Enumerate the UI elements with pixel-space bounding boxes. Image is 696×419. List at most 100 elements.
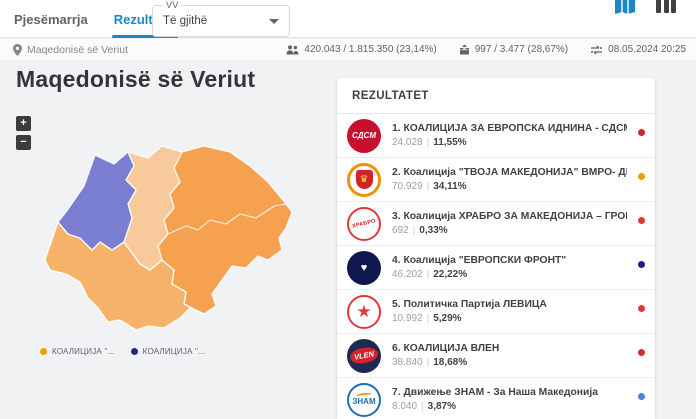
page-title: Maqedonisë së Veriut bbox=[16, 66, 255, 93]
votes-percent: 0,33% bbox=[419, 225, 447, 236]
country-map[interactable] bbox=[36, 142, 298, 340]
separator: | bbox=[421, 401, 424, 412]
map-zoom-controls: + − bbox=[16, 116, 31, 150]
party-name: 3. Коалиција ХРАБРО ЗА МАКЕДОНИЈА – ГРОМ bbox=[392, 211, 627, 222]
topbar: Pjesëmarrja Rezultatet VV Të gjithë bbox=[0, 0, 696, 38]
legend-item[interactable]: КОАЛИЦИЈА "... bbox=[131, 347, 206, 356]
separator: | bbox=[427, 137, 430, 148]
party-results: 10.992|5,29% bbox=[392, 313, 627, 324]
zoom-in-button[interactable]: + bbox=[16, 116, 31, 131]
legend-label: КОАЛИЦИЈА "... bbox=[52, 347, 115, 356]
filter-dropdown[interactable]: VV Të gjithë bbox=[152, 5, 290, 37]
subbar: Maqedonisë së Veriut 420.043 / 1.815.350… bbox=[0, 39, 696, 60]
legend-label: КОАЛИЦИЈА "... bbox=[143, 347, 206, 356]
efront-party-logo: ♥ bbox=[347, 251, 381, 285]
map-icon[interactable] bbox=[614, 0, 636, 16]
party-results: 692 |0,33% bbox=[392, 225, 627, 236]
separator: | bbox=[427, 357, 430, 368]
result-texts: 5. Политичка Партија ЛЕВИЦА 10.992|5,29% bbox=[392, 299, 627, 324]
logo-text: VLEN bbox=[349, 346, 379, 366]
bar-columns-icon[interactable] bbox=[656, 0, 676, 13]
polling-stations-stat-value: 997 / 3.477 (28,67%) bbox=[475, 44, 568, 55]
result-row[interactable]: СДСМ 1. КОАЛИЦИЈА ЗА ЕВРОПСКА ИДНИНА - СД… bbox=[337, 114, 655, 158]
results-panel: REZULTATET СДСМ 1. КОАЛИЦИЈА ЗА ЕВРОПСКА … bbox=[337, 78, 655, 419]
vlen-party-logo: VLEN bbox=[347, 339, 381, 373]
map-legend: КОАЛИЦИЈА "... КОАЛИЦИЈА "... bbox=[40, 347, 205, 356]
party-name: 5. Политичка Партија ЛЕВИЦА bbox=[392, 299, 627, 310]
votes-percent: 18,68% bbox=[433, 357, 467, 368]
result-texts: 3. Коалиција ХРАБРО ЗА МАКЕДОНИЈА – ГРОМ… bbox=[392, 211, 627, 236]
party-color-dot bbox=[638, 305, 645, 312]
result-texts: 2. Коалиција "ТВОЈА МАКЕДОНИЈА" ВМРО- ДП… bbox=[392, 167, 627, 192]
separator: | bbox=[427, 181, 430, 192]
votes-percent: 3,87% bbox=[428, 401, 456, 412]
last-update-stat-value: 08.05.2024 20:25 bbox=[608, 44, 686, 55]
vmro-party-logo: ♛ bbox=[347, 163, 381, 197]
zoom-out-button[interactable]: − bbox=[16, 135, 31, 150]
result-row[interactable]: ЗНАМ 7. Движење ЗНАМ - За Наша Македонија… bbox=[337, 378, 655, 419]
party-color-dot bbox=[638, 261, 645, 268]
breadcrumb[interactable]: Maqedonisë së Veriut bbox=[13, 44, 128, 56]
ballot-box-icon bbox=[459, 44, 470, 55]
party-results: 38.840 |18,68% bbox=[392, 357, 627, 368]
separator: | bbox=[427, 269, 430, 280]
party-name: 2. Коалиција "ТВОЈА МАКЕДОНИЈА" ВМРО- ДП… bbox=[392, 167, 627, 178]
legend-dot bbox=[40, 348, 47, 355]
tab-pjesemarrja[interactable]: Pjesëmarrja bbox=[14, 0, 88, 38]
results-list: СДСМ 1. КОАЛИЦИЈА ЗА ЕВРОПСКА ИДНИНА - СД… bbox=[337, 114, 655, 419]
party-name: 4. Коалиција "ЕВРОПСКИ ФРОНТ" bbox=[392, 255, 627, 266]
filter-dropdown-label: VV bbox=[162, 0, 183, 10]
levica-party-logo: ★ bbox=[347, 295, 381, 329]
party-color-dot bbox=[638, 173, 645, 180]
topbar-icons bbox=[614, 0, 676, 16]
votes-count: 46.202 bbox=[392, 269, 423, 280]
result-texts: 6. КОАЛИЦИЈА ВЛЕН38.840|18,68% bbox=[392, 343, 627, 368]
party-color-dot bbox=[638, 349, 645, 356]
votes-percent: 5,29% bbox=[433, 313, 461, 324]
legend-dot bbox=[131, 348, 138, 355]
results-header: REZULTATET bbox=[337, 78, 655, 114]
votes-count: 10.992 bbox=[392, 313, 423, 324]
votes-count: 8.040 bbox=[392, 401, 417, 412]
separator: | bbox=[413, 225, 416, 236]
votes-count: 692 bbox=[392, 225, 409, 236]
logo-text: ХРАБРО bbox=[352, 218, 377, 230]
result-row[interactable]: ★ 5. Политичка Партија ЛЕВИЦА 10.992|5,29% bbox=[337, 290, 655, 334]
election-results-page: Pjesëmarrja Rezultatet VV Të gjithë Maqe… bbox=[0, 0, 696, 419]
result-texts: 4. Коалиција "ЕВРОПСКИ ФРОНТ" 46.202 |22,2… bbox=[392, 255, 627, 280]
party-color-dot bbox=[638, 217, 645, 224]
sdsm-party-logo: СДСМ bbox=[347, 119, 381, 153]
party-color-dot bbox=[638, 393, 645, 400]
result-row[interactable]: ♛ 2. Коалиција "ТВОЈА МАКЕДОНИЈА" ВМРО- Д… bbox=[337, 158, 655, 202]
party-name: 7. Движење ЗНАМ - За Наша Македонија bbox=[392, 387, 627, 398]
votes-count: 24.028 bbox=[392, 137, 423, 148]
stats-bar: 420.043 / 1.815.350 (23,14%) 997 / 3.477… bbox=[286, 39, 686, 60]
filter-dropdown-value: Të gjithë bbox=[163, 15, 269, 27]
votes-count: 38.840 bbox=[392, 357, 423, 368]
result-texts: 1. КОАЛИЦИЈА ЗА ЕВРОПСКА ИДНИНА - СДСМ 24… bbox=[392, 123, 627, 148]
polling-stations-stat: 997 / 3.477 (28,67%) bbox=[459, 44, 568, 55]
party-name: 1. КОАЛИЦИЈА ЗА ЕВРОПСКА ИДНИНА - СДСМ bbox=[392, 123, 627, 134]
voters-icon bbox=[286, 45, 299, 55]
last-update-icon bbox=[590, 45, 603, 55]
votes-percent: 22,22% bbox=[433, 269, 467, 280]
znam-party-logo: ЗНАМ bbox=[347, 383, 381, 417]
legend-item[interactable]: КОАЛИЦИЈА "... bbox=[40, 347, 115, 356]
chevron-down-icon bbox=[269, 19, 279, 24]
votes-percent: 11,55% bbox=[433, 137, 466, 148]
result-row[interactable]: ♥ 4. Коалиција "ЕВРОПСКИ ФРОНТ" 46.202 |22,… bbox=[337, 246, 655, 290]
turnout-stat-value: 420.043 / 1.815.350 (23,14%) bbox=[304, 44, 436, 55]
grom-party-logo: ХРАБРО bbox=[347, 207, 381, 241]
votes-percent: 34,11% bbox=[433, 181, 466, 192]
result-row[interactable]: VLEN6. КОАЛИЦИЈА ВЛЕН38.840|18,68% bbox=[337, 334, 655, 378]
party-results: 70.929 |34,11% bbox=[392, 181, 627, 192]
breadcrumb-label: Maqedonisë së Veriut bbox=[27, 44, 128, 56]
turnout-stat: 420.043 / 1.815.350 (23,14%) bbox=[286, 44, 436, 55]
last-update-stat: 08.05.2024 20:25 bbox=[590, 44, 686, 55]
result-row[interactable]: ХРАБРО 3. Коалиција ХРАБРО ЗА МАКЕДОНИЈА … bbox=[337, 202, 655, 246]
votes-count: 70.929 bbox=[392, 181, 423, 192]
map-region-northwest[interactable] bbox=[58, 152, 136, 250]
result-texts: 7. Движење ЗНАМ - За Наша Македонија 8.04… bbox=[392, 387, 627, 412]
logo-text: ЗНАМ bbox=[352, 397, 375, 406]
party-results: 46.202 |22,22% bbox=[392, 269, 627, 280]
